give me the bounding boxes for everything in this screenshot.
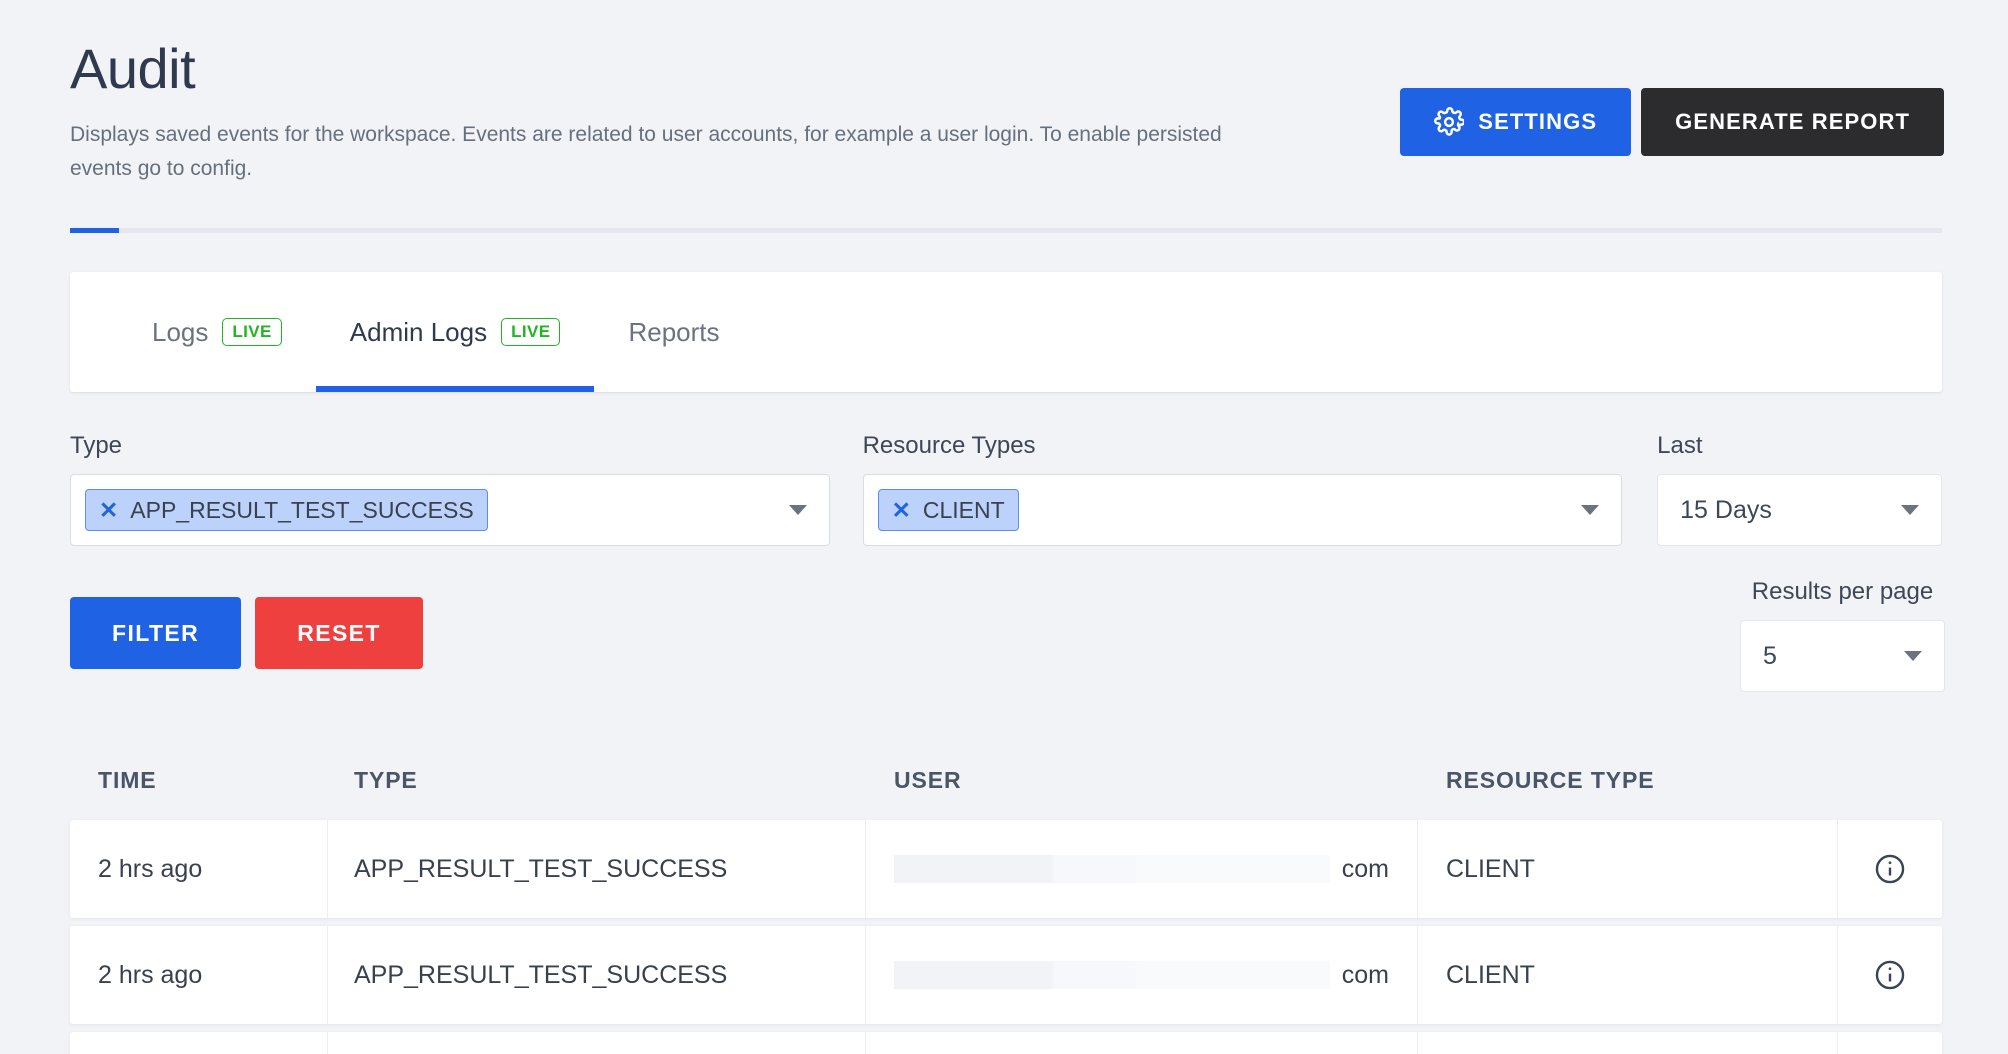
filter-button[interactable]: FILTER	[70, 597, 242, 669]
cell-time: 2 hrs ago	[70, 820, 328, 918]
generate-report-label: GENERATE REPORT	[1675, 109, 1910, 134]
filters-row: Type ✕ APP_RESULT_TEST_SUCCESS Resource …	[70, 432, 1942, 546]
type-filter-field: Type ✕ APP_RESULT_TEST_SUCCESS	[70, 432, 830, 546]
reset-button-label: RESET	[297, 619, 381, 646]
tab-reports[interactable]: Reports	[594, 272, 753, 392]
last-select[interactable]: 15 Days	[1657, 474, 1942, 546]
filters-section: Type ✕ APP_RESULT_TEST_SUCCESS Resource …	[70, 432, 1942, 546]
user-value-suffix: com	[1341, 854, 1389, 883]
results-per-page-label: Results per page	[1751, 578, 1934, 605]
cell-resource-type: CLIENT	[1418, 1032, 1838, 1054]
tab-admin-logs-live-badge: LIVE	[501, 318, 561, 346]
settings-button-label: SETTINGS	[1478, 109, 1598, 134]
type-chip-remove-icon[interactable]: ✕	[99, 498, 118, 522]
table-row[interactable]: 2 hrs agoAPP_RESULT_TEST_SUCCESS com CLIEN…	[70, 820, 1942, 918]
chevron-down-icon[interactable]	[1904, 651, 1922, 661]
info-icon[interactable]	[1873, 852, 1907, 886]
tab-reports-label: Reports	[628, 316, 720, 347]
page-description: Displays saved events for the workspace.…	[70, 122, 1222, 180]
tabs-bar: Logs LIVE Admin Logs LIVE Reports	[70, 272, 1942, 392]
cell-user: com	[866, 820, 1418, 918]
cell-type: APP_RESULT_TEST_SUCCESS	[328, 820, 866, 918]
header-text-block: Audit Displays saved events for the work…	[70, 38, 1265, 186]
tab-logs-label: Logs	[152, 316, 209, 347]
user-value-suffix: com	[1341, 960, 1389, 989]
header-actions: SETTINGS GENERATE REPORT	[1400, 38, 1944, 156]
settings-button[interactable]: SETTINGS	[1400, 88, 1632, 156]
progress-bar-fill	[70, 228, 119, 233]
cell-resource-type: CLIENT	[1418, 820, 1838, 918]
filter-actions: FILTER RESET	[70, 597, 423, 669]
type-chip[interactable]: ✕ APP_RESULT_TEST_SUCCESS	[85, 489, 488, 531]
resource-types-filter-field: Resource Types ✕ CLIENT	[862, 432, 1623, 546]
redacted-user-value	[894, 961, 1330, 989]
results-per-page-value: 5	[1763, 641, 1777, 670]
chevron-down-icon[interactable]	[788, 505, 807, 515]
cell-resource-type: CLIENT	[1418, 926, 1838, 1024]
results-per-page-field: Results per page 5	[1740, 578, 1945, 692]
cell-user: com	[866, 926, 1418, 1024]
column-header-type: TYPE	[354, 766, 418, 793]
type-filter-label: Type	[70, 432, 123, 459]
last-select-value: 15 Days	[1680, 495, 1772, 524]
cell-type: APP_RESULT_TEST_SUCCESS	[328, 926, 866, 1024]
type-chip-label: APP_RESULT_TEST_SUCCESS	[130, 496, 474, 523]
results-per-page-select[interactable]: 5	[1740, 620, 1945, 692]
chevron-down-icon[interactable]	[1581, 505, 1600, 515]
last-filter-field: Last 15 Days	[1657, 432, 1942, 546]
resource-types-multiselect[interactable]: ✕ CLIENT	[862, 474, 1623, 546]
resource-type-chip-remove-icon[interactable]: ✕	[892, 498, 911, 522]
chevron-down-icon[interactable]	[1901, 505, 1919, 515]
type-multiselect[interactable]: ✕ APP_RESULT_TEST_SUCCESS	[70, 474, 830, 546]
table-row[interactable]: 2 hrs agoAPP_RESULT_TEST_SUCCESS com CLIEN…	[70, 926, 1942, 1024]
cell-actions	[1838, 926, 1942, 1024]
column-header-resource-type: RESOURCE TYPE	[1446, 766, 1655, 793]
filter-button-label: FILTER	[112, 619, 200, 646]
progress-bar	[70, 228, 1942, 233]
audit-page: Audit Displays saved events for the work…	[0, 0, 2008, 1054]
page-title: Audit	[70, 37, 196, 100]
resource-type-chip-label: CLIENT	[922, 496, 1005, 523]
tab-logs[interactable]: Logs LIVE	[118, 272, 316, 392]
cell-actions	[1838, 1032, 1942, 1054]
info-icon[interactable]	[1873, 958, 1907, 992]
column-header-user: USER	[894, 766, 962, 793]
tab-logs-live-badge: LIVE	[222, 318, 282, 346]
table-body: 2 hrs ago APP_RESULT_TEST_SUCCESS com CLIEN…	[70, 820, 1942, 1054]
cell-actions	[1838, 820, 1942, 918]
column-header-time: TIME	[98, 766, 157, 793]
tab-admin-logs-label: Admin Logs	[349, 316, 488, 347]
cell-time: 2 hrs ago	[70, 1032, 328, 1054]
cell-time: 2 hrs ago	[70, 926, 328, 1024]
audit-table: TIME TYPE USER RESOURCE TYPE 2 hrs ago AP…	[70, 740, 1942, 1054]
resource-type-chip[interactable]: ✕ CLIENT	[877, 489, 1019, 531]
resource-types-label: Resource Types	[862, 432, 1036, 459]
cell-user: com	[866, 1032, 1418, 1054]
tab-admin-logs[interactable]: Admin Logs LIVE	[315, 272, 595, 392]
redacted-user-value	[894, 855, 1330, 883]
gear-icon	[1434, 107, 1466, 137]
table-row[interactable]: 2 hrs agoAPP_RESULT_TEST_SUCCESScomCLIEN…	[70, 1032, 1942, 1054]
last-filter-label: Last	[1657, 432, 1703, 459]
generate-report-button[interactable]: GENERATE REPORT	[1641, 88, 1944, 156]
reset-button[interactable]: RESET	[255, 597, 423, 669]
page-header: Audit Displays saved events for the work…	[0, 0, 2008, 186]
cell-type: APP_RESULT_TEST_SUCCESS	[328, 1032, 866, 1054]
table-header-row: TIME TYPE USER RESOURCE TYPE	[70, 740, 1942, 820]
